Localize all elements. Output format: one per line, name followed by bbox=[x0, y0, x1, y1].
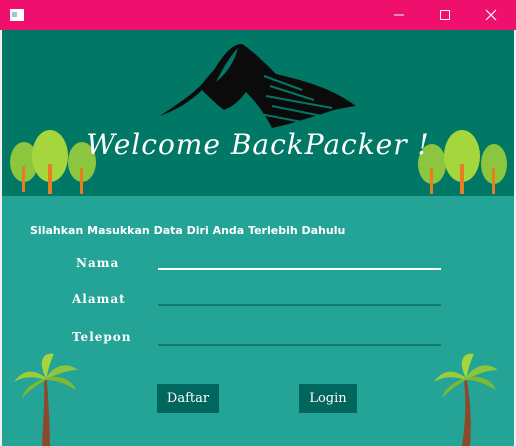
minimize-icon bbox=[394, 14, 404, 16]
app-window: Welcome BackPacker ! Silahkan Masukkan D… bbox=[0, 0, 516, 446]
close-icon bbox=[485, 9, 497, 21]
app-icon bbox=[10, 9, 24, 21]
close-button[interactable] bbox=[468, 0, 514, 30]
login-button[interactable]: Login bbox=[299, 384, 357, 413]
maximize-button[interactable] bbox=[422, 0, 468, 30]
phone-label: Telepon bbox=[72, 330, 132, 344]
welcome-headline: Welcome BackPacker ! bbox=[86, 128, 430, 161]
phone-field[interactable] bbox=[158, 328, 441, 346]
registration-form: Silahkan Masukkan Data Diri Anda Terlebi… bbox=[2, 196, 514, 446]
form-instruction: Silahkan Masukkan Data Diri Anda Terlebi… bbox=[30, 224, 346, 237]
name-field-underline bbox=[158, 268, 441, 270]
maximize-icon bbox=[440, 10, 450, 20]
address-field[interactable] bbox=[158, 288, 441, 306]
name-field[interactable] bbox=[158, 252, 441, 270]
right-palm-tree-icon bbox=[434, 353, 498, 446]
register-button[interactable]: Daftar bbox=[157, 384, 219, 413]
address-label: Alamat bbox=[72, 292, 126, 306]
header-banner: Welcome BackPacker ! bbox=[2, 30, 514, 196]
phone-field-underline bbox=[158, 344, 441, 346]
name-label: Nama bbox=[76, 256, 120, 270]
title-bar bbox=[0, 0, 516, 30]
minimize-button[interactable] bbox=[376, 0, 422, 30]
left-palm-tree-icon bbox=[14, 353, 78, 446]
address-field-underline bbox=[158, 304, 441, 306]
